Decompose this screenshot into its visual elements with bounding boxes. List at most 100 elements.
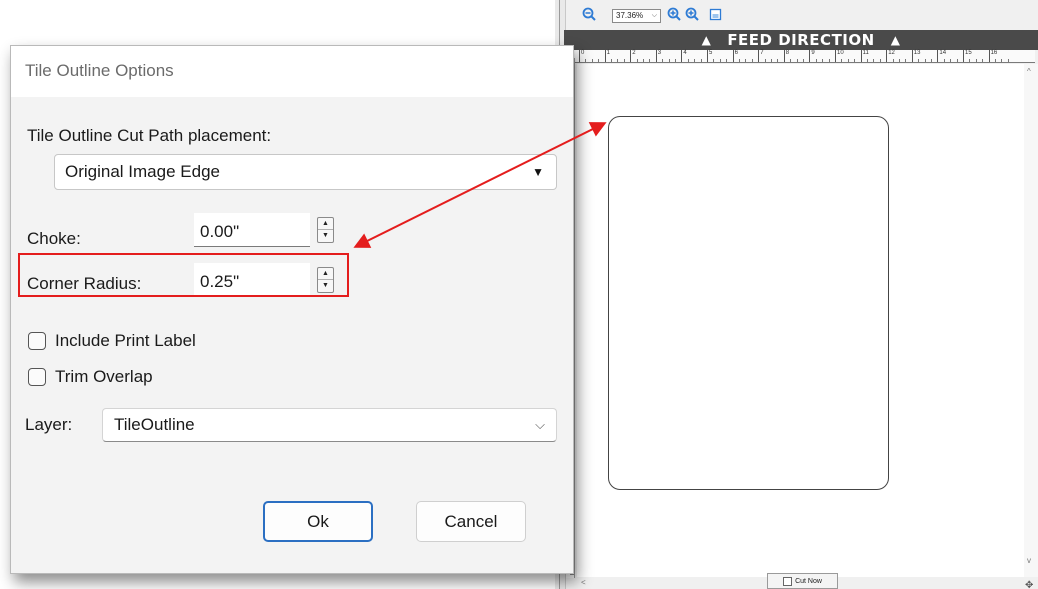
ruler-minor-tick — [675, 59, 676, 62]
ruler-minor-tick — [1007, 59, 1009, 62]
zoom-in-icon[interactable] — [666, 6, 682, 22]
spin-down-icon[interactable]: ▼ — [318, 230, 333, 242]
dialog-titlebar: Tile Outline Options — [11, 46, 573, 97]
caret-down-icon: ▼ — [532, 165, 544, 179]
ruler-minor-tick — [777, 59, 779, 62]
ruler-minor-tick — [975, 59, 977, 62]
ruler-minor-tick — [822, 59, 824, 62]
cut-now-button[interactable]: Cut Now — [767, 573, 838, 589]
zoom-out-icon[interactable] — [581, 6, 597, 22]
scroll-left-icon[interactable]: < — [581, 578, 586, 587]
ruler-minor-tick — [969, 59, 971, 62]
ruler-minor-tick — [867, 59, 868, 62]
ruler-minor-tick — [649, 59, 651, 62]
layer-label: Layer: — [25, 415, 73, 434]
scroll-up-icon[interactable]: ^ — [1027, 67, 1031, 76]
tile-outline-preview[interactable] — [608, 116, 889, 490]
ruler-minor-tick — [918, 59, 920, 62]
ruler-minor-tick — [905, 59, 907, 62]
ruler-minor-tick — [931, 59, 932, 62]
ruler-minor-tick — [854, 59, 856, 62]
cancel-button[interactable]: Cancel — [416, 501, 526, 542]
ruler-minor-tick — [1001, 59, 1003, 62]
ruler-tick-label: 0 — [579, 50, 584, 62]
ruler-minor-tick — [623, 59, 625, 62]
ruler-minor-tick — [739, 59, 740, 62]
ruler-minor-tick — [700, 59, 702, 62]
ruler-minor-tick — [662, 59, 664, 62]
ruler-minor-tick — [995, 59, 996, 62]
ruler-minor-tick — [745, 59, 747, 62]
cancel-label: Cancel — [444, 511, 498, 531]
cut-now-label: Cut Now — [795, 577, 822, 585]
ruler-tick-label: 7 — [758, 50, 764, 62]
arrow-up-icon: ▲ — [701, 33, 712, 47]
ruler-minor-tick — [924, 59, 926, 62]
ruler-minor-tick — [950, 59, 952, 62]
move-icon[interactable]: ✥ — [1025, 580, 1033, 589]
ruler-minor-tick — [790, 59, 792, 62]
ruler-tick-label: 6 — [732, 50, 738, 62]
chevron-down-icon: ⌵ — [651, 12, 657, 19]
ok-button[interactable]: Ok — [263, 501, 373, 542]
ruler-tick-label: 3 — [655, 50, 661, 62]
placement-value: Original Image Edge — [65, 162, 220, 181]
ruler-minor-tick — [591, 59, 593, 62]
feed-direction-banner: ▲ FEED DIRECTION ▲ — [564, 30, 1038, 50]
choke-stepper[interactable]: 0.00" ▲ ▼ — [194, 213, 344, 247]
corner-radius-highlight — [18, 253, 349, 297]
arrow-up-icon: ▲ — [890, 33, 901, 47]
spin-up-icon[interactable]: ▲ — [318, 218, 333, 230]
layer-select[interactable]: TileOutline ⌵ — [102, 408, 557, 442]
ruler-minor-tick — [841, 59, 843, 62]
ruler-minor-tick — [892, 59, 894, 62]
ok-label: Ok — [307, 511, 329, 531]
ruler-minor-tick — [726, 59, 728, 62]
ruler-tick-label: 5 — [707, 50, 712, 62]
ruler-minor-tick — [751, 59, 753, 62]
chevron-down-icon: ⌵ — [535, 417, 545, 432]
zoom-toolbar: 37.36% ⌵ — [575, 0, 1038, 26]
scroll-down-icon[interactable]: v — [1027, 556, 1031, 565]
zoom-level-value: 37.36% — [616, 11, 644, 20]
ruler-minor-tick — [694, 59, 696, 62]
choke-field[interactable]: 0.00" — [194, 213, 310, 247]
ruler-minor-tick — [598, 59, 600, 62]
zoom-level-select[interactable]: 37.36% ⌵ — [612, 9, 661, 23]
zoom-in-icon[interactable] — [684, 6, 700, 22]
placement-label: Tile Outline Cut Path placement: — [27, 126, 272, 145]
ruler-minor-tick — [796, 59, 798, 62]
ruler-minor-tick — [899, 59, 900, 62]
ruler-tick-label: 9 — [809, 50, 815, 62]
feed-direction-label: FEED DIRECTION — [727, 31, 875, 49]
ruler-minor-tick — [636, 59, 638, 62]
ruler-minor-tick — [585, 59, 587, 62]
include-print-label-text: Include Print Label — [55, 331, 196, 350]
page-fit-icon[interactable] — [707, 6, 723, 22]
ruler-minor-tick — [617, 59, 619, 62]
placement-select[interactable]: Original Image Edge ▼ — [54, 154, 557, 190]
ruler-tick-label: 4 — [681, 50, 687, 62]
layer-value: TileOutline — [114, 415, 195, 434]
ruler-minor-tick — [719, 59, 721, 62]
cut-icon — [783, 576, 793, 586]
vertical-scrollbar[interactable]: ^ v — [1024, 64, 1038, 577]
ruler-minor-tick — [803, 59, 804, 62]
dialog-title: Tile Outline Options — [25, 61, 174, 80]
ruler-minor-tick — [847, 59, 849, 62]
ruler-minor-tick — [611, 59, 612, 62]
choke-spin-button[interactable]: ▲ ▼ — [317, 217, 334, 243]
choke-label: Choke: — [27, 229, 81, 248]
trim-overlap-checkbox[interactable] — [28, 368, 46, 386]
ruler-tick-label: 2 — [630, 50, 636, 62]
ruler-minor-tick — [982, 59, 984, 62]
ruler-minor-tick — [873, 59, 875, 62]
include-print-label-checkbox[interactable] — [28, 332, 46, 350]
ruler-minor-tick — [713, 59, 715, 62]
ruler-tick-label: 1 — [604, 50, 610, 62]
ruler-minor-tick — [828, 59, 830, 62]
ruler-minor-tick — [668, 59, 670, 62]
ruler-minor-tick — [764, 59, 766, 62]
ruler-minor-tick — [771, 59, 772, 62]
ruler-minor-tick — [815, 59, 817, 62]
